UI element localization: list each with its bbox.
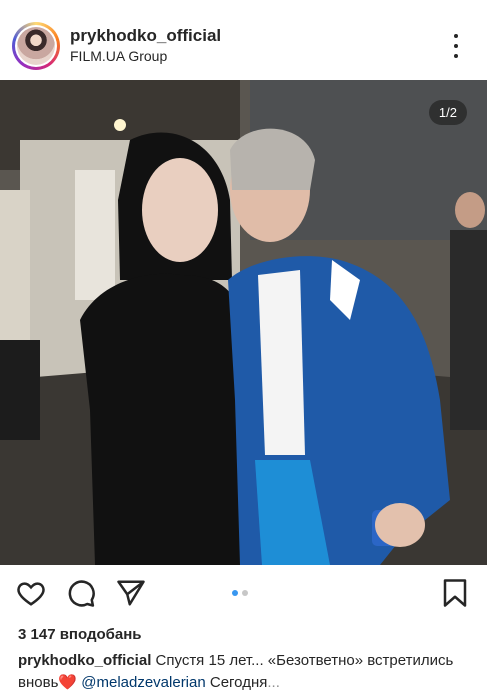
caption-more[interactable]: ... (267, 674, 280, 691)
location-label[interactable]: FILM.UA Group (70, 48, 167, 64)
post-photo[interactable]: 1/2 (0, 80, 487, 565)
caption-mention[interactable]: @meladzevalerian (81, 674, 205, 691)
avatar-image (17, 27, 55, 65)
photo-illustration (0, 80, 487, 565)
caption-text-2: Сегодня (205, 674, 268, 691)
username[interactable]: prykhodko_official (70, 26, 221, 46)
post-caption: prykhodko_official Спустя 15 лет... «Без… (18, 650, 473, 694)
post-header: prykhodko_official FILM.UA Group (0, 0, 487, 86)
bookmark-icon[interactable] (440, 578, 470, 608)
likes-count[interactable]: 3 147 вподобань (18, 626, 142, 643)
carousel-indicator (232, 590, 248, 596)
carousel-dot (242, 590, 248, 596)
send-icon[interactable] (116, 578, 146, 608)
heart-icon[interactable] (16, 578, 46, 608)
more-options-icon[interactable] (446, 34, 466, 58)
comment-icon[interactable] (66, 578, 96, 608)
avatar[interactable] (12, 22, 60, 70)
carousel-dot-active (232, 590, 238, 596)
carousel-counter: 1/2 (428, 100, 467, 125)
action-bar (0, 566, 487, 618)
caption-username[interactable]: prykhodko_official (18, 652, 151, 669)
heart-emoji-icon: ❤️ (58, 674, 78, 691)
